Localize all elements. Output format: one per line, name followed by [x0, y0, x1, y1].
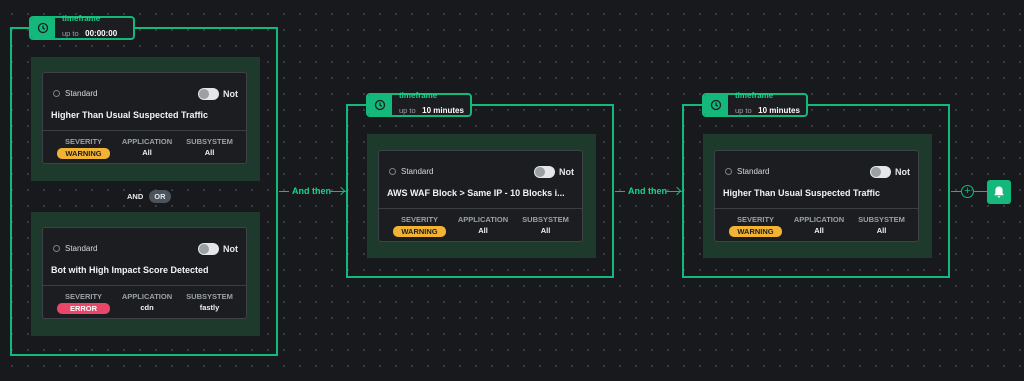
standard-radio[interactable]: [389, 168, 396, 175]
timeframe-prefix: up to: [62, 29, 79, 39]
not-toggle[interactable]: [198, 243, 219, 255]
severity-badge: ERROR: [57, 303, 110, 314]
arrow-right-icon: [672, 186, 682, 196]
not-label: Not: [895, 167, 910, 177]
plus-icon[interactable]: +: [961, 185, 974, 198]
timeframe-value: 10 minutes: [422, 106, 464, 116]
subsystem-value: fastly: [199, 303, 220, 312]
alert-title: AWS WAF Block > Same IP - 10 Blocks i...: [387, 188, 565, 198]
and-then-label: And then: [292, 186, 331, 196]
application-value: cdn: [140, 303, 154, 312]
subsystem-value: All: [540, 226, 551, 235]
timeframe-tab-1[interactable]: timeframe up to 00:00:00: [29, 14, 135, 40]
and-or-operator: AND OR: [127, 190, 171, 203]
subsystem-value: All: [876, 226, 887, 235]
and-label[interactable]: AND: [127, 192, 143, 201]
timeframe-tab-2[interactable]: timeframe up to 10 minutes: [366, 91, 472, 117]
notification-button[interactable]: [987, 180, 1011, 204]
standard-radio[interactable]: [725, 168, 732, 175]
or-pill[interactable]: OR: [149, 190, 171, 203]
alert-card[interactable]: Standard Not Bot with High Impact Score …: [42, 227, 247, 319]
severity-header: SEVERITY: [736, 215, 775, 224]
clock-icon: [31, 18, 55, 38]
not-toggle[interactable]: [534, 166, 555, 178]
alert-title: Bot with High Impact Score Detected: [51, 265, 209, 275]
not-label: Not: [559, 167, 574, 177]
alert-card[interactable]: Standard Not AWS WAF Block > Same IP - 1…: [378, 150, 583, 242]
application-header: APPLICATION: [121, 292, 173, 301]
application-value: All: [814, 226, 824, 235]
alert-card[interactable]: Standard Not Higher Than Usual Suspected…: [42, 72, 247, 164]
standard-label: Standard: [737, 167, 770, 176]
subsystem-header: SUBSYSTEM: [186, 137, 233, 146]
subsystem-value: All: [204, 148, 215, 157]
application-value: All: [142, 148, 152, 157]
connector-line: [615, 191, 625, 192]
clock-icon: [368, 95, 392, 115]
arrow-right-icon: [336, 186, 346, 196]
severity-header: SEVERITY: [64, 137, 103, 146]
divider: [715, 208, 918, 209]
severity-badge: WARNING: [57, 148, 110, 159]
bell-icon: [994, 186, 1004, 198]
standard-label: Standard: [65, 244, 98, 253]
application-header: APPLICATION: [121, 137, 173, 146]
alert-title: Higher Than Usual Suspected Traffic: [723, 188, 881, 198]
timeframe-value: 00:00:00: [85, 29, 118, 39]
application-header: APPLICATION: [793, 215, 845, 224]
subsystem-header: SUBSYSTEM: [522, 215, 569, 224]
standard-label: Standard: [401, 167, 434, 176]
timeframe-tab-3[interactable]: timeframe up to 10 minutes: [702, 91, 808, 117]
not-toggle[interactable]: [870, 166, 891, 178]
not-toggle[interactable]: [198, 88, 219, 100]
standard-label: Standard: [65, 89, 98, 98]
severity-badge: WARNING: [393, 226, 446, 237]
divider: [379, 208, 582, 209]
subsystem-header: SUBSYSTEM: [858, 215, 905, 224]
divider: [43, 130, 246, 131]
severity-badge: WARNING: [729, 226, 782, 237]
timeframe-value: 10 minutes: [758, 106, 800, 116]
connector-line: [974, 191, 987, 192]
timeframe-prefix: up to: [399, 106, 416, 116]
severity-header: SEVERITY: [400, 215, 439, 224]
severity-header: SEVERITY: [64, 292, 103, 301]
clock-icon: [704, 95, 728, 115]
divider: [43, 285, 246, 286]
application-header: APPLICATION: [457, 215, 509, 224]
alert-title: Higher Than Usual Suspected Traffic: [51, 110, 209, 120]
timeframe-label: timeframe: [735, 91, 774, 101]
alert-card[interactable]: Standard Not Higher Than Usual Suspected…: [714, 150, 919, 242]
not-label: Not: [223, 244, 238, 254]
standard-radio[interactable]: [53, 90, 60, 97]
subsystem-header: SUBSYSTEM: [186, 292, 233, 301]
and-then-label: And then: [628, 186, 667, 196]
standard-radio[interactable]: [53, 245, 60, 252]
timeframe-label: timeframe: [62, 14, 101, 24]
application-value: All: [478, 226, 488, 235]
connector-line: [279, 191, 289, 192]
timeframe-label: timeframe: [399, 91, 438, 101]
timeframe-prefix: up to: [735, 106, 752, 116]
connector-line: [951, 191, 961, 192]
not-label: Not: [223, 89, 238, 99]
